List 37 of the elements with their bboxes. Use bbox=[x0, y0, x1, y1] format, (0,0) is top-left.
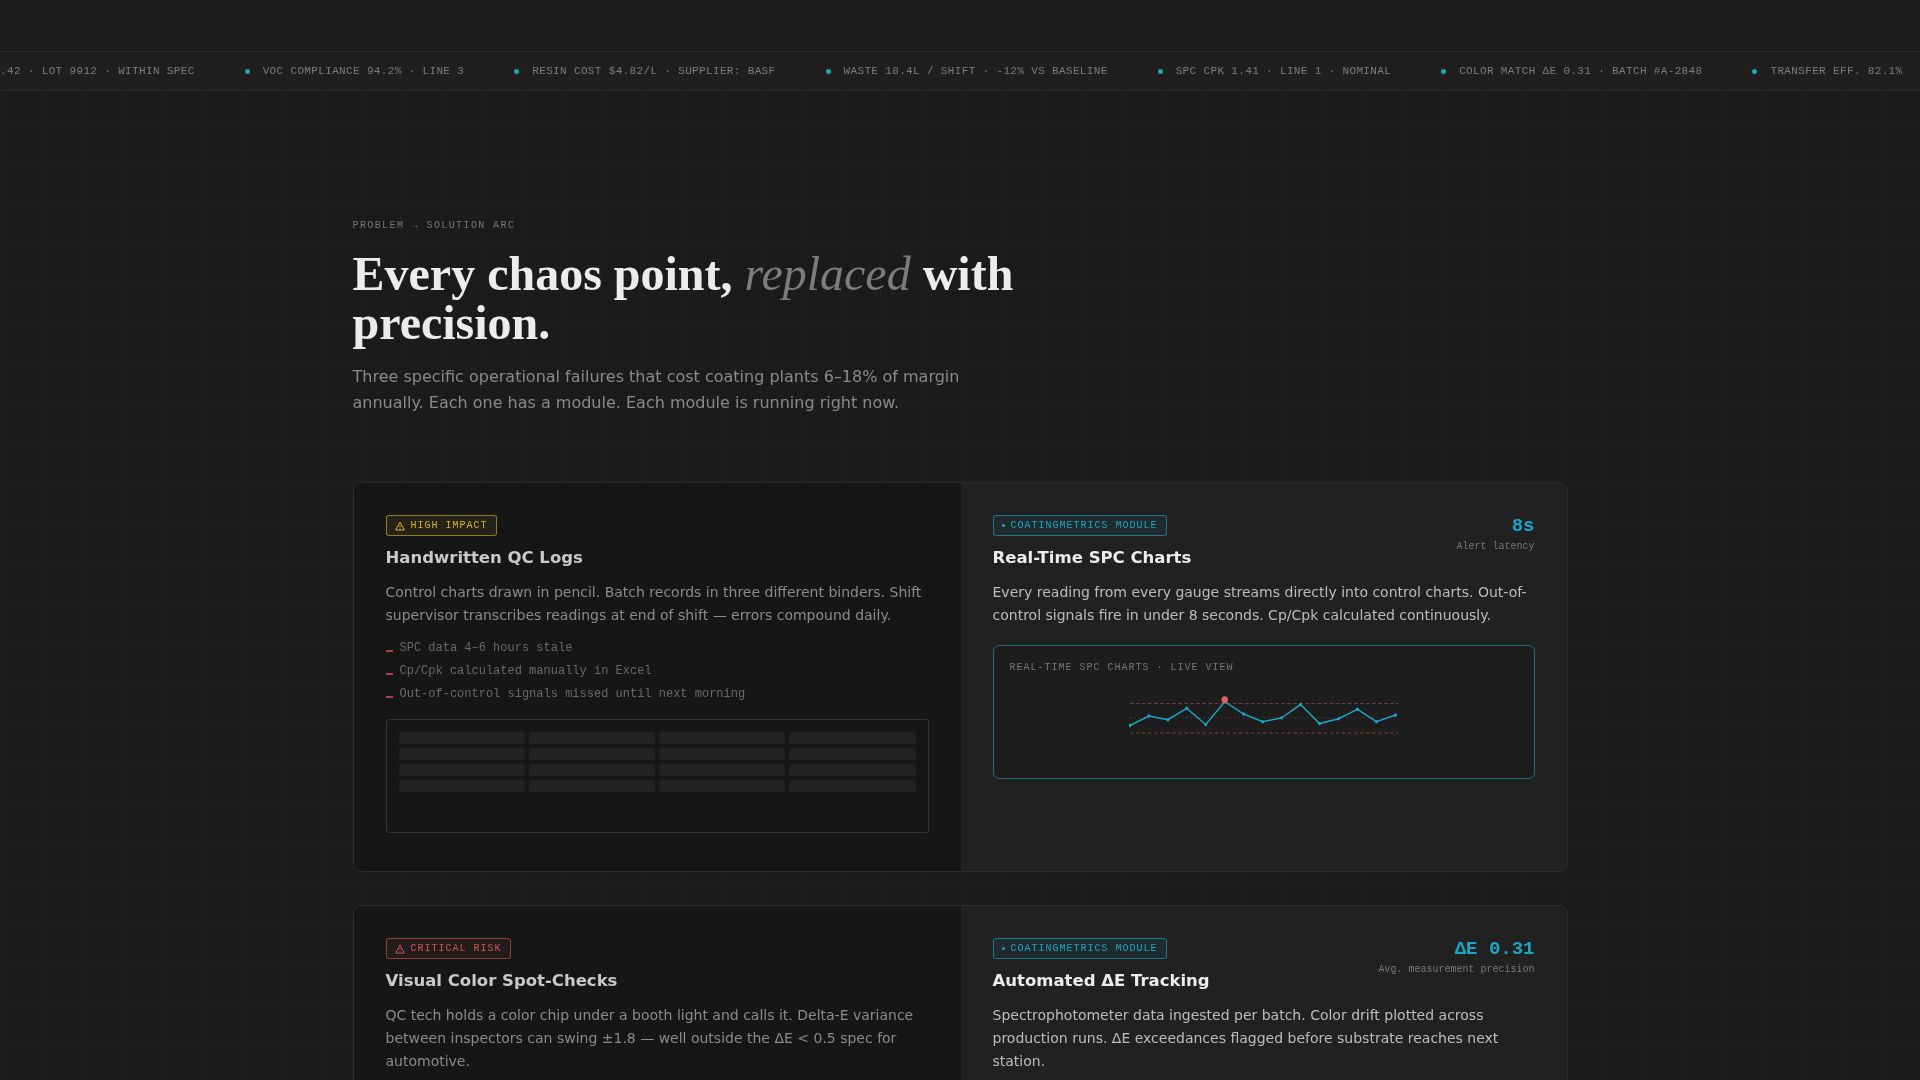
ticker-item: COLOR MATCH ΔE 0.31 · BATCH #A-2848 bbox=[1459, 65, 1703, 77]
solution-title: Real-Time SPC Charts bbox=[992, 548, 1193, 567]
dash-icon bbox=[385, 650, 393, 652]
dot-icon bbox=[1001, 947, 1005, 950]
metric-label: Avg. measurement precision bbox=[1378, 964, 1535, 975]
metric-value: ΔE 0.31 bbox=[1454, 938, 1535, 960]
dot-icon bbox=[1001, 524, 1005, 527]
bullet-text: SPC data 4–6 hours stale bbox=[399, 641, 573, 655]
ticker-item: .42 · LOT 9912 · WITHIN SPEC bbox=[0, 65, 195, 77]
warning-icon bbox=[394, 943, 405, 954]
ticker-item: RESIN COST $4.82/L · SUPPLIER: BASF bbox=[532, 65, 776, 77]
dash-icon bbox=[385, 696, 393, 698]
metric-label: Alert latency bbox=[1456, 541, 1535, 552]
section-headline: Every chaos point, replaced with precision. bbox=[352, 249, 1015, 347]
section-eyebrow: PROBLEM → SOLUTION ARC bbox=[352, 220, 517, 231]
badge-label: HIGH IMPACT bbox=[410, 520, 488, 531]
badge-label: COATINGMETRICS MODULE bbox=[1010, 943, 1158, 954]
badge-label: CRITICAL RISK bbox=[410, 943, 502, 954]
problem-description: Control charts drawn in pencil. Batch records in three different binders. Shift supervisor transcribes readings at end of shift — errors compound daily. bbox=[385, 583, 923, 625]
bullet-text: Out-of-control signals missed until next morning bbox=[399, 687, 746, 701]
ticker-item: VOC COMPLIANCE 94.2% · LINE 3 bbox=[262, 65, 465, 77]
section-subtitle: Three specific operational failures that cost coating plants 6–18% of margin annually. Each one has a module. Each module is running right now. bbox=[352, 366, 961, 414]
bullet-text: Cp/Cpk calculated manually in Excel bbox=[399, 664, 652, 678]
dash-icon bbox=[385, 673, 393, 675]
problem-description: QC tech holds a color chip under a booth light and calls it. Delta-E variance between inspectors can swing ±1.8 — well outside the ΔE < 0.5 spec for automotive. bbox=[385, 1006, 915, 1071]
problem-title: Visual Color Spot-Checks bbox=[385, 971, 619, 990]
problem-title: Handwritten QC Logs bbox=[385, 548, 584, 567]
solution-title: Automated ΔE Tracking bbox=[992, 971, 1211, 990]
ticker-item: TRANSFER EFF. 82.1% bbox=[1770, 65, 1903, 77]
chart-title: REAL-TIME SPC CHARTS · LIVE VIEW bbox=[1009, 662, 1235, 673]
ticker-item: WASTE 18.4L / SHIFT · -12% VS BASELINE bbox=[843, 65, 1108, 77]
solution-description: Every reading from every gauge streams directly into control charts. Out-of-control signals fire in under 8 seconds. Cp/Cpk calculated continuously. bbox=[992, 583, 1528, 625]
ticker-item: SPC CPK 1.41 · LINE 1 · NOMINAL bbox=[1175, 65, 1392, 77]
badge-label: COATINGMETRICS MODULE bbox=[1010, 520, 1158, 531]
metric-value: 8s bbox=[1511, 515, 1535, 537]
warning-icon bbox=[394, 520, 405, 531]
solution-description: Spectrophotometer data ingested per batch. Color drift plotted across production runs. ΔE exceedances flagged before substrate reaches next station. bbox=[992, 1006, 1500, 1071]
